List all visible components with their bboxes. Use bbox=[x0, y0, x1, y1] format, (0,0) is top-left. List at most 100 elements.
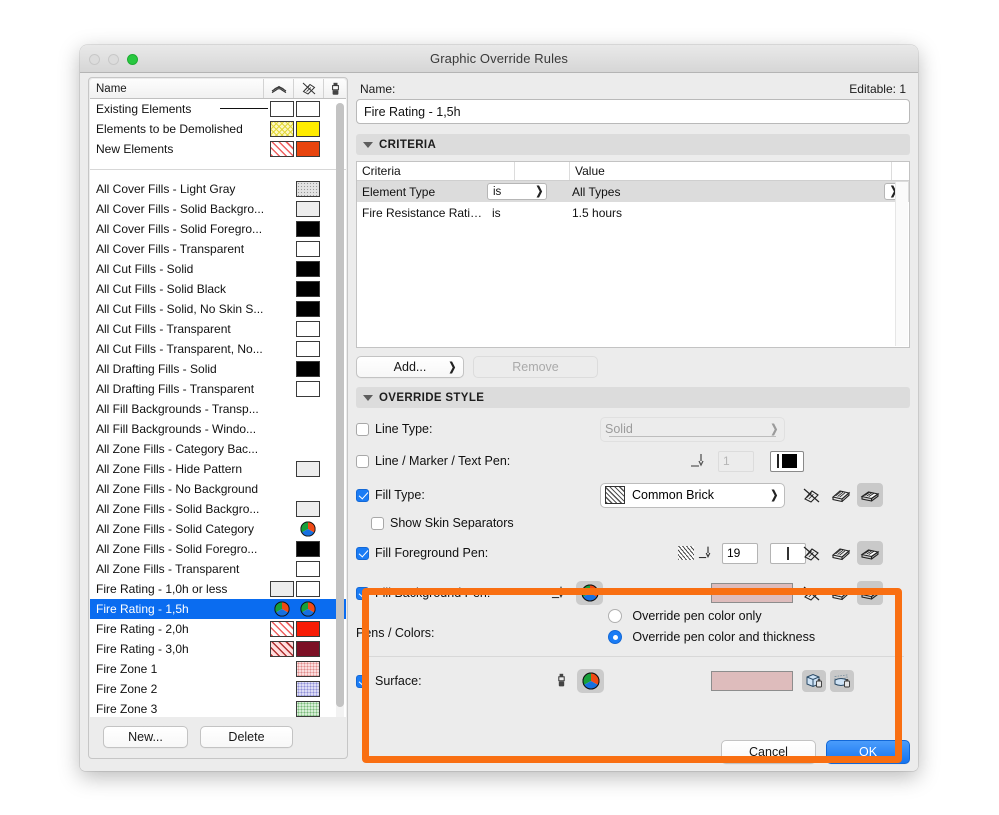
window-controls[interactable] bbox=[89, 54, 138, 65]
swatch[interactable] bbox=[270, 641, 294, 657]
criteria-disclosure-triangle-icon[interactable] bbox=[363, 141, 373, 148]
swatch[interactable] bbox=[296, 341, 320, 357]
rule-name-input[interactable]: Fire Rating - 1,5h bbox=[356, 99, 910, 124]
swatch[interactable] bbox=[296, 561, 320, 577]
surface-curved-icon[interactable] bbox=[830, 670, 854, 692]
drafting-fill-icon[interactable] bbox=[857, 483, 883, 507]
list-item[interactable]: All Zone Fills - Transparent bbox=[90, 559, 346, 579]
rules-list[interactable]: Existing Elements Elements to be Demolish… bbox=[90, 99, 346, 718]
swatch[interactable] bbox=[270, 581, 294, 597]
drafting-fill-icon[interactable] bbox=[857, 581, 883, 605]
list-item[interactable]: All Cut Fills - Transparent, No... bbox=[90, 339, 346, 359]
surface-cube-icon[interactable] bbox=[802, 670, 826, 692]
fill-foreground-pen-number-input[interactable]: 19 bbox=[722, 542, 758, 564]
surface-colorwheel-button[interactable] bbox=[577, 669, 604, 693]
cut-fill-icon[interactable] bbox=[799, 581, 825, 605]
list-item[interactable]: All Zone Fills - Solid Backgro... bbox=[90, 499, 346, 519]
swatch[interactable] bbox=[296, 281, 320, 297]
swatch[interactable] bbox=[296, 321, 320, 337]
list-item[interactable]: All Cut Fills - Solid bbox=[90, 259, 346, 279]
list-item[interactable]: All Zone Fills - Solid Category bbox=[90, 519, 346, 539]
minimize-window-button[interactable] bbox=[108, 54, 119, 65]
cover-fill-icon[interactable] bbox=[828, 483, 854, 507]
drafting-fill-icon[interactable] bbox=[857, 541, 883, 565]
delete-rule-button[interactable]: Delete bbox=[200, 726, 293, 748]
override-pen-color-thickness-radio[interactable] bbox=[608, 630, 622, 644]
override-pen-color-only-radio[interactable] bbox=[608, 609, 622, 623]
fill-background-pen-colorwheel-button[interactable] bbox=[576, 581, 603, 605]
swatch[interactable] bbox=[296, 641, 320, 657]
swatch[interactable] bbox=[296, 301, 320, 317]
table-row[interactable]: Element Type is ❯ All Types ❯ bbox=[357, 181, 909, 202]
operator-select[interactable]: is ❯ bbox=[487, 183, 547, 200]
list-item-selected[interactable]: Fire Rating - 1,5h bbox=[90, 599, 346, 619]
value-cell[interactable]: All Types ❯ bbox=[572, 183, 909, 200]
value-column-header[interactable]: Value bbox=[570, 162, 892, 180]
remove-criteria-button[interactable]: Remove bbox=[473, 356, 598, 378]
list-item[interactable]: All Zone Fills - Category Bac... bbox=[90, 439, 346, 459]
list-item[interactable]: Fire Rating - 3,0h bbox=[90, 639, 346, 659]
swatch[interactable] bbox=[296, 141, 320, 157]
swatch[interactable] bbox=[296, 121, 320, 137]
list-item[interactable]: All Zone Fills - Hide Pattern bbox=[90, 459, 346, 479]
swatch[interactable] bbox=[270, 121, 294, 137]
override-style-disclosure-triangle-icon[interactable] bbox=[363, 394, 373, 401]
swatch[interactable] bbox=[296, 181, 320, 197]
add-criteria-button[interactable]: Add... ❯ bbox=[356, 356, 464, 378]
pen-column-header[interactable] bbox=[264, 79, 294, 98]
operator-cell[interactable]: is bbox=[487, 206, 572, 220]
list-item[interactable]: Fire Zone 1 bbox=[90, 659, 346, 679]
swatch[interactable] bbox=[296, 581, 320, 597]
name-column-header[interactable]: Name bbox=[90, 79, 264, 98]
cover-fill-icon[interactable] bbox=[828, 541, 854, 565]
zoom-window-button[interactable] bbox=[127, 54, 138, 65]
list-item[interactable]: All Drafting Fills - Transparent bbox=[90, 379, 346, 399]
list-item[interactable]: All Fill Backgrounds - Transp... bbox=[90, 399, 346, 419]
list-item[interactable]: Fire Rating - 2,0h bbox=[90, 619, 346, 639]
swatch[interactable] bbox=[296, 541, 320, 557]
list-item[interactable]: New Elements bbox=[90, 139, 346, 159]
criteria-column-header[interactable]: Criteria bbox=[357, 162, 515, 180]
list-item[interactable]: All Zone Fills - No Background bbox=[90, 479, 346, 499]
cut-fill-icon[interactable] bbox=[799, 483, 825, 507]
swatch-colorwheel[interactable] bbox=[270, 601, 294, 617]
operator-cell[interactable]: is ❯ bbox=[487, 183, 572, 200]
swatch[interactable] bbox=[296, 361, 320, 377]
fill-type-select[interactable]: Common Brick ❯ bbox=[600, 482, 785, 508]
list-item[interactable]: All Cover Fills - Solid Foregro... bbox=[90, 219, 346, 239]
table-row[interactable]: Fire Resistance Rating (... is 1.5 hours bbox=[357, 202, 909, 223]
fill-background-pen-checkbox[interactable] bbox=[356, 586, 369, 600]
list-item[interactable]: Fire Zone 2 bbox=[90, 679, 346, 699]
swatch[interactable] bbox=[296, 241, 320, 257]
fill-type-checkbox[interactable] bbox=[356, 488, 369, 502]
value-cell[interactable]: 1.5 hours bbox=[572, 206, 909, 220]
line-type-select[interactable]: Solid ❯ bbox=[600, 416, 785, 442]
operator-column-header[interactable] bbox=[515, 162, 570, 180]
ok-button[interactable]: OK bbox=[826, 740, 910, 764]
swatch[interactable] bbox=[296, 621, 320, 637]
list-item[interactable]: All Zone Fills - Solid Foregro... bbox=[90, 539, 346, 559]
swatch[interactable] bbox=[296, 701, 320, 717]
list-item[interactable]: All Cover Fills - Light Gray bbox=[90, 179, 346, 199]
list-item[interactable]: All Cut Fills - Solid, No Skin S... bbox=[90, 299, 346, 319]
surface-column-header[interactable] bbox=[324, 79, 346, 98]
fill-foreground-pen-checkbox[interactable] bbox=[356, 546, 369, 560]
override-style-section-header[interactable]: OVERRIDE STYLE bbox=[356, 387, 910, 408]
show-skin-separators-checkbox[interactable] bbox=[371, 516, 384, 530]
list-item[interactable]: Fire Zone 3 bbox=[90, 699, 346, 718]
rules-list-scrollbar[interactable] bbox=[336, 103, 344, 723]
line-type-checkbox[interactable] bbox=[356, 422, 369, 436]
fill-background-color-swatch[interactable] bbox=[711, 583, 793, 603]
list-item[interactable]: All Cover Fills - Solid Backgro... bbox=[90, 199, 346, 219]
list-item[interactable]: Elements to be Demolished bbox=[90, 119, 346, 139]
swatch[interactable] bbox=[270, 621, 294, 637]
criteria-section-header[interactable]: CRITERIA bbox=[356, 134, 910, 155]
list-item[interactable]: Fire Rating - 1,0h or less bbox=[90, 579, 346, 599]
surface-checkbox[interactable] bbox=[356, 674, 369, 688]
line-marker-text-pen-checkbox[interactable] bbox=[356, 454, 369, 468]
list-item[interactable]: Existing Elements bbox=[90, 99, 346, 119]
criteria-table-scrollbar[interactable] bbox=[895, 182, 908, 346]
cut-fill-icon[interactable] bbox=[799, 541, 825, 565]
close-window-button[interactable] bbox=[89, 54, 100, 65]
override-pen-color-thickness-option[interactable]: Override pen color and thickness bbox=[608, 630, 815, 644]
